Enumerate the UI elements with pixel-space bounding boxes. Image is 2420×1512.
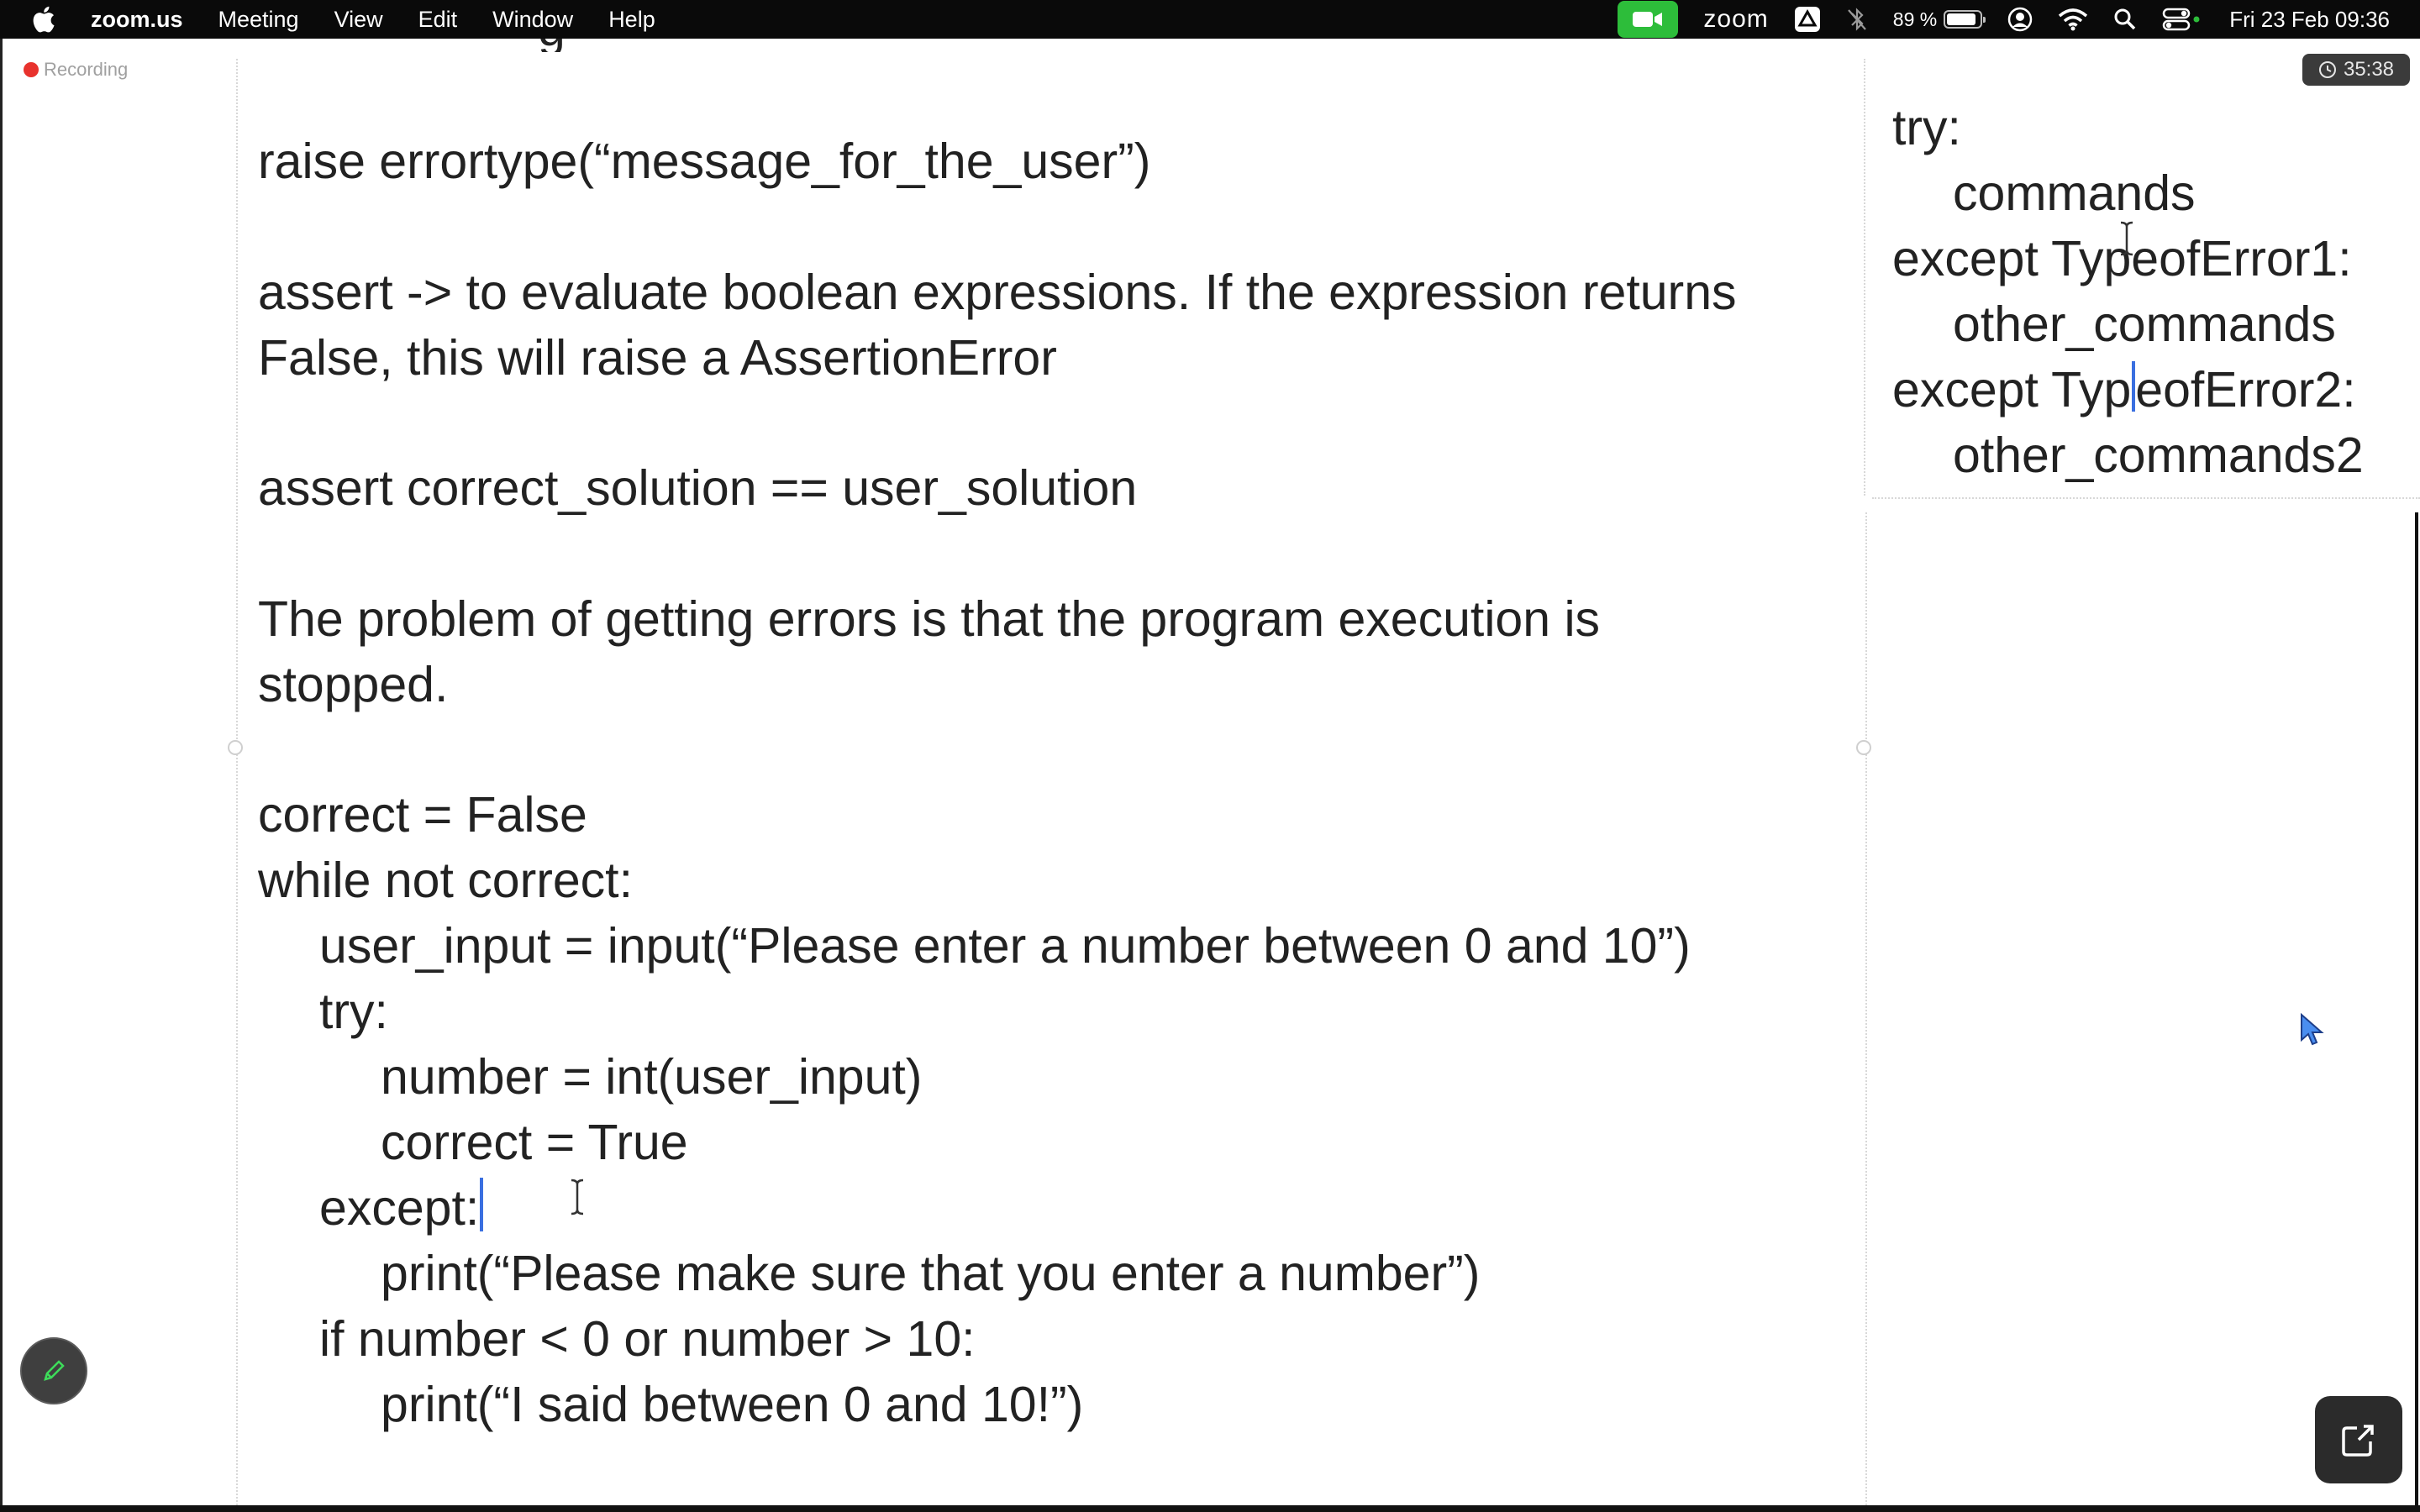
video-camera-icon (1633, 12, 1663, 27)
text-box-left-guide (236, 59, 238, 1505)
search-icon (2114, 8, 2136, 30)
share-screen-button[interactable] (2315, 1396, 2402, 1483)
menu-bar-status-area: zoom 89 % Fri 23 Feb 09:36 (1618, 0, 2390, 39)
wifi-status[interactable] (2058, 8, 2088, 31)
control-center-status[interactable] (2162, 7, 2201, 32)
doc-line-assert-desc-1: assert -> to evaluate boolean expression… (258, 265, 1737, 320)
meeting-timer[interactable]: 35:38 (2302, 54, 2410, 86)
share-icon (2342, 1425, 2374, 1457)
drive-status[interactable] (1794, 6, 1821, 33)
screen-right-edge (2415, 512, 2418, 1512)
user-account-icon (2007, 7, 2033, 32)
screen-left-edge (0, 39, 3, 1512)
clock-icon (2318, 61, 2336, 78)
drive-icon (1794, 7, 1820, 32)
note-line-except-2-part-a: except Typ (1892, 362, 2132, 417)
screen-bottom-edge (0, 1505, 2420, 1512)
text-cursor (480, 1178, 484, 1231)
battery-fill (1947, 13, 1976, 25)
code-line-correct-false: correct = False (258, 787, 587, 843)
code-line-except: except: (319, 1175, 484, 1241)
note-line-commands: commands (1953, 165, 2196, 221)
menu-view[interactable]: View (334, 7, 383, 33)
apple-menu-icon[interactable] (30, 5, 55, 34)
menu-bar-clock[interactable]: Fri 23 Feb 09:36 (2229, 7, 2390, 33)
battery-status[interactable]: 89 % (1892, 8, 1986, 31)
code-line-try: try: (319, 984, 388, 1039)
wifi-icon (2059, 8, 2088, 31)
menu-app-name[interactable]: zoom.us (91, 7, 183, 33)
doc-line-raise: raise errortype(“message_for_the_user”) (258, 134, 1151, 189)
doc-line-problem-2: stopped. (258, 657, 449, 712)
doc-line-assert-desc-2: False, this will raise a AssertionError (258, 330, 1057, 386)
note-line-other-commands-2: other_commands2 (1953, 428, 2364, 483)
mouse-pointer-icon (2301, 1013, 2324, 1046)
clipped-previous-line: g (420, 39, 597, 52)
doc-line-problem-1: The problem of getting errors is that th… (258, 591, 1601, 647)
battery-icon (1944, 10, 1986, 29)
text-box-right-guide-top (1864, 59, 1865, 496)
menu-window[interactable]: Window (492, 7, 573, 33)
code-line-print-number: print(“Please make sure that you enter a… (381, 1246, 1481, 1301)
note-box-bottom-guide (1872, 497, 2420, 499)
code-line-user-input: user_input = input(“Please enter a numbe… (319, 918, 1691, 974)
battery-percent: 89 % (1892, 8, 1938, 30)
doc-line-assert-example: assert correct_solution == user_solution (258, 460, 1138, 516)
ibeam-cursor-side-icon (2120, 221, 2133, 256)
note-line-try: try: (1892, 100, 1961, 155)
bluetooth-off-icon (1847, 8, 1866, 31)
text-box-right-guide-bottom (1865, 512, 1867, 1505)
text-box-left-handle[interactable] (228, 740, 243, 755)
zoom-menu-extra[interactable]: zoom (1703, 5, 1768, 34)
text-box-right-handle[interactable] (1856, 740, 1871, 755)
recording-indicator: Recording (24, 59, 128, 81)
menu-bar: zoom.us Meeting View Edit Window Help zo… (0, 0, 2420, 39)
note-line-except-2: except TypeofError2: (1892, 361, 2356, 418)
recording-label: Recording (44, 59, 129, 80)
code-line-correct-true: correct = True (381, 1115, 688, 1170)
menu-help[interactable]: Help (608, 7, 655, 33)
code-line-except-text: except: (319, 1180, 480, 1236)
menu-bar-left: zoom.us Meeting View Edit Window Help (30, 0, 691, 39)
note-line-except-2-part-b: eofError2: (2135, 362, 2356, 417)
code-line-while: while not correct: (258, 853, 633, 908)
recording-dot-icon (24, 62, 39, 77)
user-status[interactable] (2007, 7, 2033, 32)
pencil-icon (44, 1360, 65, 1381)
code-line-int-conversion: number = int(user_input) (381, 1049, 923, 1105)
note-line-other-commands: other_commands (1953, 297, 2336, 352)
bluetooth-status[interactable] (1846, 7, 1868, 32)
menu-meeting[interactable]: Meeting (218, 7, 299, 33)
code-line-print-range: print(“I said between 0 and 10!”) (381, 1377, 1084, 1432)
ibeam-cursor-icon (571, 1179, 584, 1215)
zoom-video-status-icon[interactable] (1618, 1, 1679, 38)
annotate-button[interactable] (20, 1337, 87, 1404)
code-line-if-range: if number < 0 or number > 10: (319, 1311, 976, 1367)
control-center-icon (2162, 8, 2200, 31)
menu-edit[interactable]: Edit (418, 7, 458, 33)
meeting-timer-value: 35:38 (2343, 58, 2395, 81)
spotlight-status[interactable] (2113, 8, 2137, 31)
